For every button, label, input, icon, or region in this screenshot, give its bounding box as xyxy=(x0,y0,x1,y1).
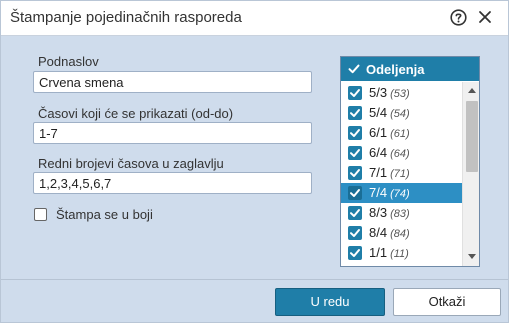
list-item-label: 6/1 xyxy=(369,125,388,140)
color-print-label: Štampa se u boji xyxy=(56,207,153,222)
list-item-count: (53) xyxy=(390,88,410,100)
scroll-thumb[interactable] xyxy=(466,101,478,172)
list-item-count: (11) xyxy=(390,248,409,260)
cancel-button[interactable]: Otkaži xyxy=(393,288,501,316)
classes-listbox: Odeljenja 5/3 (53) 5/4 (54) 6/1 (61) 6/4 (64… xyxy=(340,56,480,267)
list-item-count: (84) xyxy=(390,228,410,240)
checkbox-checked-icon[interactable] xyxy=(348,226,362,240)
list-item[interactable]: 5/4 (54) xyxy=(341,103,462,123)
scroll-down-arrow-icon[interactable] xyxy=(468,254,476,259)
list-item-selected[interactable]: 7/4 (74) xyxy=(341,183,462,203)
list-item[interactable]: 5/3 (53) xyxy=(341,83,462,103)
dialog-title: Štampanje pojedinačnih rasporeda xyxy=(10,9,242,26)
list-scrollbar[interactable] xyxy=(462,82,479,266)
checkbox-checked-icon[interactable] xyxy=(348,106,362,120)
list-item-count: (74) xyxy=(390,188,410,200)
list-item[interactable]: 7/1 (71) xyxy=(341,163,462,183)
checkbox-checked-icon[interactable] xyxy=(348,186,362,200)
list-item-label: 6/4 xyxy=(369,145,388,160)
list-item-count: (64) xyxy=(390,148,410,160)
help-circle-icon[interactable] xyxy=(450,9,467,26)
classes-list-header[interactable]: Odeljenja xyxy=(341,57,479,81)
list-item-label: 5/3 xyxy=(369,85,388,100)
scroll-up-arrow-icon[interactable] xyxy=(468,88,476,93)
ok-button[interactable]: U redu xyxy=(275,288,385,316)
list-item-label: 7/4 xyxy=(369,185,388,200)
list-item-count: (61) xyxy=(390,128,410,140)
list-item[interactable]: 8/3 (83) xyxy=(341,203,462,223)
list-item-label: 8/4 xyxy=(369,225,388,240)
hours-range-input[interactable] xyxy=(33,122,312,144)
checkbox-checked-icon[interactable] xyxy=(348,63,360,75)
color-print-checkbox[interactable] xyxy=(34,208,47,221)
list-item-count: (71) xyxy=(390,168,410,180)
list-item-label: 8/3 xyxy=(369,205,388,220)
checkbox-checked-icon[interactable] xyxy=(348,166,362,180)
classes-list-header-label: Odeljenja xyxy=(366,62,425,77)
list-item-count: (54) xyxy=(390,108,410,120)
subtitle-label: Podnaslov xyxy=(38,54,99,69)
hours-label: Časovi koji će se prikazati (od-do) xyxy=(38,106,234,121)
list-item[interactable]: 8/4 (84) xyxy=(341,223,462,243)
checkbox-checked-icon[interactable] xyxy=(348,146,362,160)
list-item-label: 1/1 xyxy=(369,245,388,260)
list-item-label: 7/1 xyxy=(369,165,388,180)
list-item[interactable]: 6/1 (61) xyxy=(341,123,462,143)
checkbox-checked-icon[interactable] xyxy=(348,126,362,140)
checkbox-checked-icon[interactable] xyxy=(348,246,362,260)
subtitle-input[interactable] xyxy=(33,71,312,93)
print-schedules-dialog: Štampanje pojedinačnih rasporeda Podnasl… xyxy=(0,0,509,323)
header-numbers-input[interactable] xyxy=(33,172,312,194)
header-numbers-label: Redni brojevi časova u zaglavlju xyxy=(38,156,224,171)
list-item[interactable]: 6/4 (64) xyxy=(341,143,462,163)
footer-divider xyxy=(1,279,508,280)
checkbox-checked-icon[interactable] xyxy=(348,86,362,100)
list-item-label: 5/4 xyxy=(369,105,388,120)
dialog-titlebar: Štampanje pojedinačnih rasporeda xyxy=(1,1,508,36)
list-item[interactable]: 1/1 (11) xyxy=(341,243,462,263)
checkbox-checked-icon[interactable] xyxy=(348,206,362,220)
close-icon[interactable] xyxy=(477,9,493,25)
list-item-count: (83) xyxy=(390,208,410,220)
